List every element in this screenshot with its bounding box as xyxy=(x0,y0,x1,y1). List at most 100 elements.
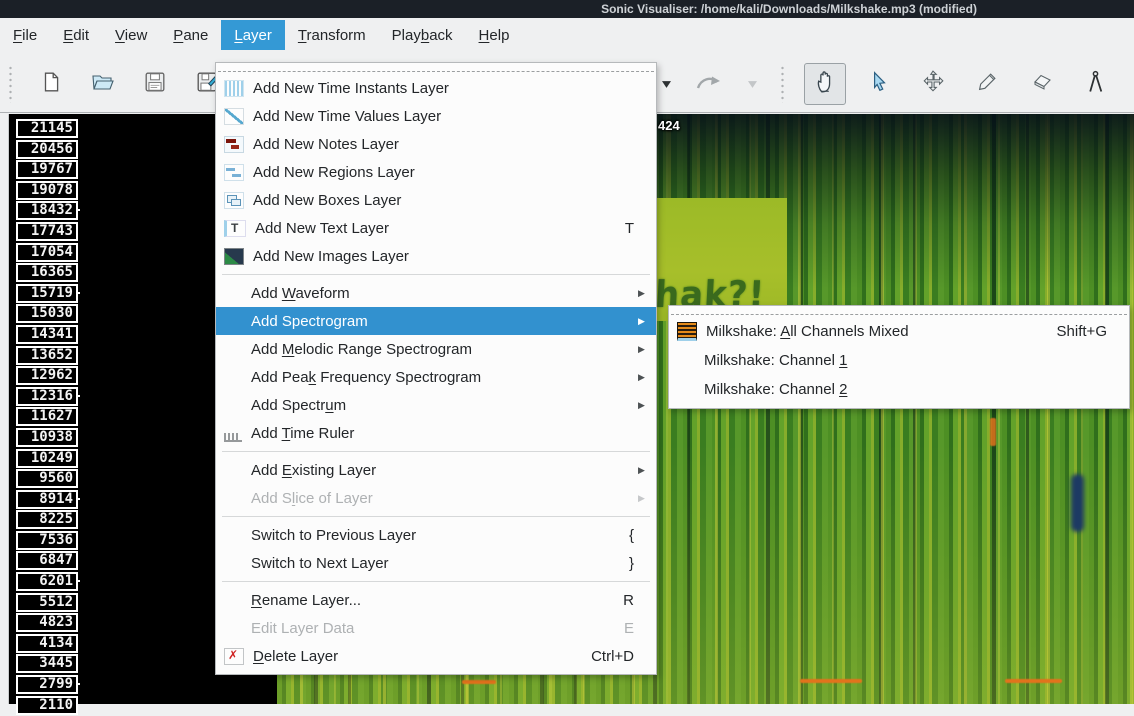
frequency-label: 11627 xyxy=(16,407,78,426)
redo-arrow-icon xyxy=(696,74,722,95)
submenu-arrow-icon: ▶ xyxy=(638,345,648,354)
menubar-item-label: View xyxy=(115,27,147,44)
frequency-label: 8225 xyxy=(16,510,78,529)
menu-item-label: Add Time Ruler xyxy=(251,425,616,442)
menu-tearoff-handle[interactable] xyxy=(671,307,1127,315)
menubar-item[interactable]: View xyxy=(102,20,160,50)
spectrogram-orange-streak xyxy=(462,680,496,684)
menu-item-label: Switch to Previous Layer xyxy=(251,527,611,544)
menu-item[interactable]: Add Melodic Range Spectrogram ▶ xyxy=(216,335,656,363)
menu-item[interactable]: Switch to Next Layer } ▶ xyxy=(216,549,656,577)
submenu-item-label: Milkshake: All Channels Mixed xyxy=(706,323,1039,340)
menu-item[interactable]: Add Waveform ▶ xyxy=(216,279,656,307)
frequency-label: 17743 xyxy=(16,222,78,241)
hand-icon xyxy=(814,70,836,99)
menu-item[interactable]: Rename Layer... R ▶ xyxy=(216,586,656,614)
frequency-scale: 21145 20456 19767 19078 xyxy=(9,114,80,704)
frequency-label: 6847 xyxy=(16,551,78,570)
erase-tool-button[interactable] xyxy=(1020,63,1062,105)
frequency-label: 3445 xyxy=(16,654,78,673)
submenu-arrow-icon: ▶ xyxy=(638,317,648,326)
navigate-tool-button[interactable] xyxy=(804,63,846,105)
menubar-item[interactable]: Pane xyxy=(160,20,221,50)
caret-down-icon xyxy=(748,75,757,93)
menu-item-shortcut: Ctrl+D xyxy=(591,648,634,665)
menubar-item-label: Playback xyxy=(392,27,453,44)
menu-item-shortcut: } xyxy=(629,555,634,572)
time-ruler-icon xyxy=(224,425,242,442)
frequency-label: 12962 xyxy=(16,366,78,385)
submenu-item[interactable]: Milkshake: Channel 1 ▶ xyxy=(669,346,1129,375)
redo-button xyxy=(688,63,730,105)
undo-dropdown-button[interactable] xyxy=(656,63,676,105)
menu-item[interactable]: Add Peak Frequency Spectrogram ▶ xyxy=(216,363,656,391)
menu-item[interactable]: Add Spectrum ▶ xyxy=(216,391,656,419)
menubar-item[interactable]: Playback xyxy=(379,20,466,50)
time-values-icon xyxy=(224,108,244,125)
menu-item[interactable]: Add New Boxes Layer ▶ xyxy=(216,186,656,214)
menu-item[interactable]: Delete Layer Ctrl+D ▶ xyxy=(216,642,656,670)
draw-tool-button[interactable] xyxy=(966,63,1008,105)
new-file-icon xyxy=(40,71,62,98)
open-file-button[interactable] xyxy=(82,63,124,105)
frequency-label: 15719 xyxy=(16,284,78,303)
boxes-icon xyxy=(224,192,244,209)
menubar-item-label: Edit xyxy=(63,27,89,44)
menu-item[interactable]: Add Spectrogram ▶ xyxy=(216,307,656,335)
menu-item-icon xyxy=(224,463,242,478)
menubar-item-label: Help xyxy=(479,27,510,44)
menu-item[interactable]: Add Slice of Layer ▶ xyxy=(216,484,656,512)
frequency-label: 4823 xyxy=(16,613,78,632)
frequency-label: 17054 xyxy=(16,243,78,262)
edit-move-tool-button[interactable] xyxy=(912,63,954,105)
menu-item: ▶ xyxy=(222,581,650,582)
spectrogram-orange-streak xyxy=(990,418,996,446)
menubar-item[interactable]: Layer xyxy=(221,20,285,50)
menubar-item-label: Transform xyxy=(298,27,366,44)
menu-item-shortcut: R xyxy=(623,592,634,609)
menu-item[interactable]: Add New Time Instants Layer ▶ xyxy=(216,74,656,102)
frequency-label: 6201 xyxy=(16,572,78,591)
menu-item[interactable]: Edit Layer Data E ▶ xyxy=(216,614,656,642)
menu-item[interactable]: Add Existing Layer ▶ xyxy=(216,456,656,484)
submenu-item[interactable]: Milkshake: Channel 2 ▶ xyxy=(669,375,1129,404)
frequency-label: 10938 xyxy=(16,428,78,447)
menubar-item[interactable]: Help xyxy=(466,20,523,50)
select-tool-button[interactable] xyxy=(858,63,900,105)
submenu-arrow-icon: ▶ xyxy=(638,466,648,475)
menubar-item[interactable]: Transform xyxy=(285,20,379,50)
menu-bar: File Edit View Pane Layer Transform Play… xyxy=(0,18,1134,53)
menu-item[interactable]: Add New Notes Layer ▶ xyxy=(216,130,656,158)
toolbar-drag-handle[interactable] xyxy=(780,65,786,103)
menu-item-icon xyxy=(224,286,242,301)
menu-item[interactable]: Add Time Ruler ▶ xyxy=(216,419,656,447)
menu-item-icon xyxy=(224,342,242,357)
menu-item-shortcut: T xyxy=(625,220,634,237)
frequency-label: 2110 xyxy=(16,696,78,715)
frequency-label: 16365 xyxy=(16,263,78,282)
time-instants-icon xyxy=(224,80,244,97)
caret-down-icon xyxy=(662,75,671,93)
menu-item-label: Edit Layer Data xyxy=(251,620,606,637)
menu-item[interactable]: Add New Regions Layer ▶ xyxy=(216,158,656,186)
menu-item[interactable]: Add New Time Values Layer ▶ xyxy=(216,102,656,130)
submenu-item[interactable]: Milkshake: All Channels Mixed Shift+G ▶ xyxy=(669,317,1129,346)
menu-item-icon xyxy=(224,556,242,571)
cursor-arrow-icon xyxy=(870,71,888,98)
menu-item-icon xyxy=(677,382,695,397)
frequency-label: 9560 xyxy=(16,469,78,488)
menubar-item[interactable]: Edit xyxy=(50,20,102,50)
menu-item: ▶ xyxy=(222,274,650,275)
menu-item[interactable]: Add New Text Layer T ▶ xyxy=(216,214,656,242)
text-icon xyxy=(224,220,246,237)
spectrogram-thumb-icon xyxy=(677,322,697,341)
menu-tearoff-handle[interactable] xyxy=(218,64,654,72)
menu-item[interactable]: Switch to Previous Layer { ▶ xyxy=(216,521,656,549)
save-session-button[interactable] xyxy=(134,63,176,105)
menubar-item[interactable]: File xyxy=(0,20,50,50)
menu-item[interactable]: Add New Images Layer ▶ xyxy=(216,242,656,270)
toolbar-drag-handle[interactable] xyxy=(8,65,14,103)
new-session-button[interactable] xyxy=(30,63,72,105)
menu-item-icon xyxy=(224,314,242,329)
measure-tool-button[interactable] xyxy=(1074,63,1116,105)
